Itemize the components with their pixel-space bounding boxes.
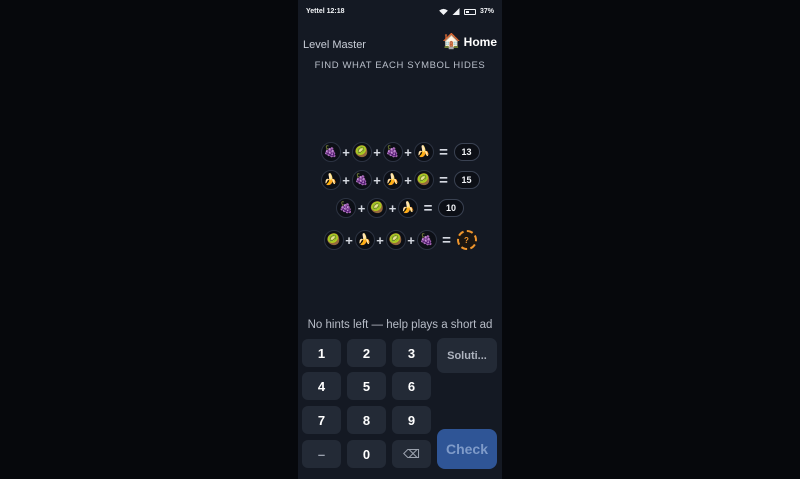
equation-row: 🍇 + 🥝 + 🍇 + 🍌 = 13	[298, 142, 502, 162]
phone-screen: Yettel 12:18 37% Level Master 🏠 Home FIN…	[298, 0, 502, 479]
equals-sign: =	[442, 231, 451, 249]
equation-row: 🍇 + 🥝 + 🍌 = 10	[298, 198, 502, 218]
plus-sign: +	[342, 144, 350, 160]
plus-sign: +	[342, 172, 350, 188]
key-9[interactable]: 9	[392, 406, 431, 434]
banana-icon: 🍌	[320, 170, 341, 190]
kiwi-icon: 🥝	[413, 170, 434, 190]
equation-result: 13	[453, 143, 480, 161]
key-2[interactable]: 2	[347, 339, 386, 367]
plus-sign: +	[345, 232, 353, 248]
key-7[interactable]: 7	[302, 406, 341, 434]
grape-icon: 🍇	[351, 170, 372, 190]
home-label: Home	[463, 34, 497, 49]
plus-sign: +	[407, 232, 415, 248]
grape-icon: 🍇	[382, 142, 403, 162]
home-button[interactable]: 🏠 Home	[442, 34, 497, 49]
banana-icon: 🍌	[398, 198, 418, 218]
unknown-answer: ?	[456, 230, 477, 250]
key-3[interactable]: 3	[392, 339, 431, 367]
solution-button[interactable]: Soluti...	[437, 338, 497, 373]
equals-sign: =	[439, 143, 448, 161]
equation-result: 10	[438, 199, 464, 217]
plus-sign: +	[388, 200, 397, 216]
signal-icon	[452, 8, 460, 15]
minus-key[interactable]: –	[302, 440, 341, 468]
equals-sign: =	[423, 199, 433, 217]
kiwi-icon: 🥝	[351, 142, 372, 162]
key-4[interactable]: 4	[302, 372, 341, 400]
key-6[interactable]: 6	[392, 372, 431, 400]
equation-row: 🥝 + 🍌 + 🥝 + 🍇 =?	[298, 230, 502, 250]
level-title: Level Master	[303, 39, 366, 51]
plus-sign: +	[376, 232, 384, 248]
plus-sign: +	[404, 172, 412, 188]
grape-icon: 🍇	[320, 142, 341, 162]
equation-row: 🍌 + 🍇 + 🍌 + 🥝 = 15	[298, 170, 502, 190]
battery-level: 37%	[479, 8, 494, 15]
clock: 12:18	[326, 8, 345, 15]
equation-result: 15	[453, 171, 480, 189]
banana-icon: 🍌	[413, 142, 434, 162]
check-button[interactable]: Check	[437, 429, 497, 469]
key-1[interactable]: 1	[302, 339, 341, 367]
wifi-icon	[439, 8, 448, 15]
key-8[interactable]: 8	[347, 406, 386, 434]
top-bar: Level Master 🏠 Home	[298, 33, 502, 55]
banana-icon: 🍌	[382, 170, 403, 190]
key-5[interactable]: 5	[347, 372, 386, 400]
grape-icon: 🍇	[416, 230, 437, 250]
key-0[interactable]: 0	[347, 440, 386, 468]
kiwi-icon: 🥝	[385, 230, 406, 250]
kiwi-icon: 🥝	[323, 230, 344, 250]
kiwi-icon: 🥝	[367, 198, 387, 218]
plus-sign: +	[404, 144, 412, 160]
battery-icon	[463, 8, 476, 15]
equals-sign: =	[439, 171, 448, 189]
hint-text: No hints left — help plays a short ad	[307, 319, 493, 331]
status-bar: Yettel 12:18 37%	[298, 0, 502, 24]
plus-sign: +	[373, 144, 381, 160]
instruction-text: FIND WHAT EACH SYMBOL HIDES	[314, 60, 486, 71]
carrier-name: Yettel	[306, 8, 325, 15]
grape-icon: 🍇	[336, 198, 356, 218]
banana-icon: 🍌	[354, 230, 375, 250]
plus-sign: +	[373, 172, 381, 188]
plus-sign: +	[357, 200, 366, 216]
house-icon: 🏠	[441, 33, 461, 50]
backspace-key[interactable]: ⌫	[392, 440, 431, 468]
